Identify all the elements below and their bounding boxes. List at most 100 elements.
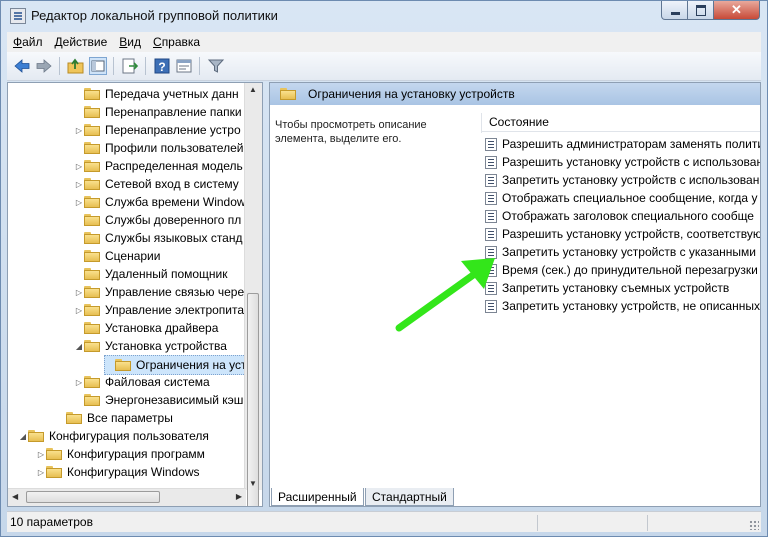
policy-setting-icon bbox=[485, 155, 497, 169]
tree-vertical-scrollbar[interactable]: ▲ ▼ bbox=[244, 83, 262, 506]
tree-item[interactable]: ▷ Служба времени Window bbox=[74, 193, 262, 211]
expand-icon[interactable]: ▷ bbox=[36, 468, 46, 477]
tree-item-user-config[interactable]: ◢ Конфигурация пользователя bbox=[18, 427, 258, 445]
tree-item[interactable]: Передача учетных данн bbox=[74, 85, 262, 103]
maximize-button[interactable] bbox=[688, 1, 714, 20]
collapse-icon[interactable]: ◢ bbox=[18, 432, 28, 441]
folder-icon bbox=[46, 448, 62, 460]
settings-list-icon bbox=[66, 412, 82, 424]
menu-action[interactable]: Действие bbox=[49, 35, 114, 49]
tree-item[interactable]: ▷ Распределенная модель bbox=[74, 157, 262, 175]
navigation-tree: Передача учетных данн Перенаправление па… bbox=[7, 82, 263, 507]
scroll-left-icon[interactable]: ◀ bbox=[12, 492, 18, 501]
expand-icon[interactable]: ▷ bbox=[74, 126, 84, 135]
expand-icon[interactable]: ▷ bbox=[74, 180, 84, 189]
folder-icon bbox=[280, 88, 296, 100]
folder-icon bbox=[84, 124, 100, 136]
tree-vertical-scroll-thumb[interactable] bbox=[247, 293, 259, 506]
tree-item-selected[interactable]: Ограничения на уста bbox=[104, 355, 254, 375]
tree-item[interactable]: Службы доверенного пл bbox=[74, 211, 262, 229]
folder-icon bbox=[84, 142, 100, 154]
tree-horizontal-scroll-thumb[interactable] bbox=[26, 491, 160, 503]
menu-bar: Файл Действие Вид Справка bbox=[7, 32, 761, 52]
tree-item[interactable]: Сценарии bbox=[74, 247, 262, 265]
menu-view[interactable]: Вид bbox=[113, 35, 147, 49]
collapse-icon[interactable]: ◢ bbox=[74, 342, 84, 351]
toolbar-separator bbox=[199, 57, 200, 75]
scroll-down-icon[interactable]: ▼ bbox=[249, 479, 257, 488]
scroll-right-icon[interactable]: ▶ bbox=[236, 492, 242, 501]
expand-icon[interactable]: ▷ bbox=[74, 288, 84, 297]
properties-icon[interactable] bbox=[175, 57, 193, 75]
policy-row[interactable]: Время (сек.) до принудительной перезагру… bbox=[485, 261, 760, 279]
expand-icon[interactable]: ▷ bbox=[74, 162, 84, 171]
tab-extended[interactable]: Расширенный bbox=[271, 488, 364, 506]
policy-row[interactable]: Отображать специальное сообщение, когда … bbox=[485, 189, 760, 207]
toolbar-separator bbox=[145, 57, 146, 75]
tree-item[interactable]: ◢ Установка устройства bbox=[74, 337, 262, 355]
window-title: Редактор локальной групповой политики bbox=[31, 8, 278, 23]
close-button[interactable]: ✕ bbox=[714, 1, 760, 20]
resize-grip[interactable] bbox=[749, 520, 759, 530]
policy-row[interactable]: Разрешить установку устройств с использо… bbox=[485, 153, 760, 171]
expand-icon[interactable]: ▷ bbox=[74, 198, 84, 207]
policy-setting-icon bbox=[485, 137, 497, 151]
tree-item[interactable]: ▷ Сетевой вход в систему bbox=[74, 175, 262, 193]
status-text: 10 параметров bbox=[10, 515, 93, 529]
toolbar-separator bbox=[59, 57, 60, 75]
green-arrow-annotation bbox=[395, 258, 495, 332]
policy-setting-icon bbox=[485, 227, 497, 241]
folder-icon bbox=[84, 232, 100, 244]
folder-icon bbox=[84, 286, 100, 298]
tree-item[interactable]: ▷ Управление электропита bbox=[74, 301, 262, 319]
column-header-state[interactable]: Состояние bbox=[482, 113, 760, 132]
tree-item[interactable]: Установка драйвера bbox=[74, 319, 262, 337]
scroll-up-icon[interactable]: ▲ bbox=[249, 85, 257, 94]
tree-item[interactable]: Удаленный помощник bbox=[74, 265, 262, 283]
tree-item[interactable]: ▷ Конфигурация программ bbox=[36, 445, 262, 463]
menu-file[interactable]: Файл bbox=[7, 35, 49, 49]
tree-item[interactable]: Энергонезависимый кэш bbox=[74, 391, 262, 409]
tree-item[interactable]: ▷ Конфигурация Windows bbox=[36, 463, 262, 481]
folder-icon bbox=[84, 322, 100, 334]
policy-row[interactable]: Запретить установку съемных устройств bbox=[485, 279, 760, 297]
expand-icon[interactable]: ▷ bbox=[74, 378, 84, 387]
filter-icon[interactable] bbox=[207, 57, 225, 75]
tree-item[interactable]: Службы языковых станд bbox=[74, 229, 262, 247]
up-folder-icon[interactable] bbox=[67, 57, 85, 75]
title-bar[interactable]: Редактор локальной групповой политики ✕ bbox=[1, 1, 767, 31]
forward-icon[interactable] bbox=[35, 57, 53, 75]
tree-horizontal-scrollbar[interactable]: ◀ ▶ bbox=[8, 488, 246, 506]
folder-icon bbox=[84, 340, 100, 352]
user-config-icon bbox=[28, 430, 44, 442]
tree-item[interactable]: Все параметры bbox=[56, 409, 262, 427]
policy-row[interactable]: Запретить установку устройств с указанны… bbox=[485, 243, 760, 261]
app-window: Редактор локальной групповой политики ✕ … bbox=[0, 0, 768, 537]
policy-row[interactable]: Запретить установку устройств с использо… bbox=[485, 171, 760, 189]
status-bar: 10 параметров bbox=[7, 511, 761, 532]
tree-item[interactable]: Перенаправление папки bbox=[74, 103, 262, 121]
tree-item[interactable]: Профили пользователей bbox=[74, 139, 262, 157]
policy-setting-icon bbox=[485, 173, 497, 187]
policy-row[interactable]: Разрешить администраторам заменять полит… bbox=[485, 135, 760, 153]
back-icon[interactable] bbox=[13, 57, 31, 75]
policy-row[interactable]: Разрешить установку устройств, соответст… bbox=[485, 225, 760, 243]
menu-help[interactable]: Справка bbox=[147, 35, 206, 49]
expand-icon[interactable]: ▷ bbox=[36, 450, 46, 459]
tree-item[interactable]: ▷ Управление связью чере bbox=[74, 283, 262, 301]
policy-row[interactable]: Запретить установку устройств, не описан… bbox=[485, 297, 760, 315]
tree-item[interactable]: ▷ Файловая система bbox=[74, 373, 262, 391]
expand-icon[interactable]: ▷ bbox=[74, 306, 84, 315]
export-list-icon[interactable] bbox=[121, 57, 139, 75]
folder-icon bbox=[84, 178, 100, 190]
help-icon[interactable]: ? bbox=[153, 57, 171, 75]
show-tree-icon[interactable] bbox=[89, 57, 107, 75]
policy-setting-icon bbox=[485, 191, 497, 205]
minimize-button[interactable] bbox=[661, 1, 688, 20]
tree-item[interactable]: ▷ Перенаправление устро bbox=[74, 121, 262, 139]
close-icon: ✕ bbox=[731, 2, 742, 17]
folder-icon bbox=[84, 88, 100, 100]
policy-row[interactable]: Отображать заголовок специального сообще bbox=[485, 207, 760, 225]
tab-standard[interactable]: Стандартный bbox=[365, 488, 454, 506]
svg-text:?: ? bbox=[158, 60, 165, 74]
